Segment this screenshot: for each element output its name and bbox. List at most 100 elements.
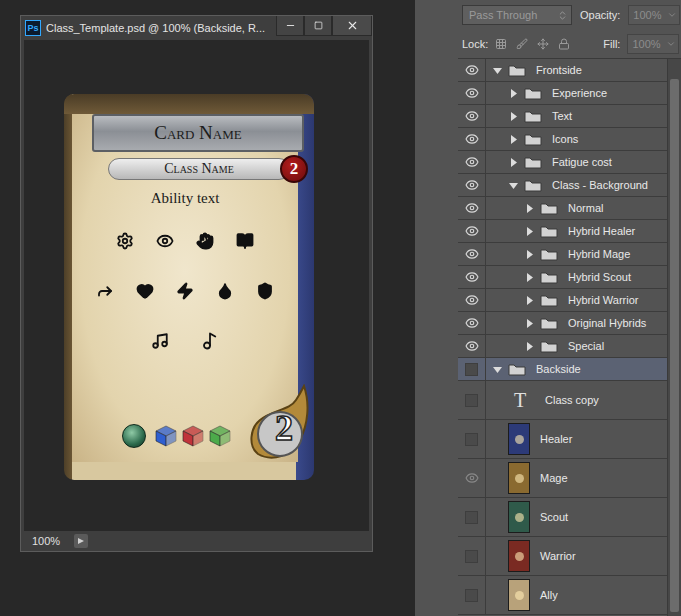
folder-icon xyxy=(540,317,558,330)
chevron-down-icon xyxy=(666,39,676,49)
opacity-field[interactable]: 100% xyxy=(628,5,680,25)
visibility-toggle[interactable] xyxy=(458,174,486,196)
visibility-toggle[interactable] xyxy=(458,266,486,288)
layer-row[interactable]: Frontside xyxy=(458,59,667,82)
lock-pixels-icon[interactable] xyxy=(516,38,528,50)
maximize-icon xyxy=(314,21,323,30)
layer-row[interactable]: Fatigue cost xyxy=(458,151,667,174)
canvas[interactable]: Card NameClass Name2Ability text2 xyxy=(24,40,369,531)
close-button[interactable] xyxy=(332,16,372,36)
folder-icon xyxy=(540,248,558,261)
layer-thumbnail xyxy=(508,462,530,494)
collapsed-triangle-icon[interactable] xyxy=(525,227,534,236)
layer-row[interactable]: Normal xyxy=(458,197,667,220)
layer-row[interactable]: Healer xyxy=(458,420,667,459)
visibility-toggle[interactable] xyxy=(458,312,486,334)
visibility-toggle[interactable] xyxy=(458,576,486,614)
layer-row[interactable]: Scout xyxy=(458,498,667,537)
visibility-toggle[interactable] xyxy=(458,537,486,575)
scrollbar[interactable] xyxy=(667,59,681,616)
bass-clef-icon xyxy=(201,332,219,350)
layer-thumbnail xyxy=(508,579,530,611)
visibility-toggle[interactable] xyxy=(458,151,486,173)
layer-name: Hybrid Healer xyxy=(568,225,635,237)
photoshop-workspace: PsClass_Template.psd @ 100% (Backside, R… xyxy=(0,0,681,616)
visibility-toggle[interactable] xyxy=(458,420,486,458)
layer-row[interactable]: Hybrid Scout xyxy=(458,266,667,289)
layer-row[interactable]: Backside xyxy=(458,358,667,381)
layer-row[interactable]: Warrior xyxy=(458,537,667,576)
layer-row[interactable]: Experience xyxy=(458,82,667,105)
treble-clef-icon xyxy=(151,332,169,350)
card-name: Card Name xyxy=(92,114,304,152)
fill-field[interactable]: 100% xyxy=(627,34,679,54)
lock-transparency-icon[interactable] xyxy=(495,38,507,50)
lock-all-icon[interactable] xyxy=(558,38,570,50)
visibility-toggle[interactable] xyxy=(458,381,486,419)
lock-label: Lock: xyxy=(462,38,488,50)
layer-row[interactable]: Class - Background xyxy=(458,174,667,197)
hidden-box xyxy=(465,511,478,524)
layer-row[interactable]: Icons xyxy=(458,128,667,151)
collapsed-triangle-icon[interactable] xyxy=(525,342,534,351)
collapsed-triangle-icon[interactable] xyxy=(509,112,518,121)
chevron-down-icon xyxy=(667,10,677,20)
expanded-triangle-icon[interactable] xyxy=(493,66,502,75)
visibility-toggle[interactable] xyxy=(458,82,486,104)
folder-icon xyxy=(524,133,542,146)
maximize-button[interactable] xyxy=(304,16,332,36)
minimize-button[interactable] xyxy=(276,16,304,36)
layer-name: Special xyxy=(568,340,604,352)
layer-content: Special xyxy=(486,335,667,357)
eye-icon xyxy=(156,232,174,250)
visibility-toggle[interactable] xyxy=(458,358,486,380)
die-icon xyxy=(182,425,204,447)
visibility-toggle[interactable] xyxy=(458,289,486,311)
eye-icon xyxy=(465,201,479,215)
visibility-toggle[interactable] xyxy=(458,59,486,81)
layer-row[interactable]: Ally xyxy=(458,576,667,615)
visibility-toggle[interactable] xyxy=(458,335,486,357)
visibility-toggle[interactable] xyxy=(458,498,486,536)
document-window[interactable]: PsClass_Template.psd @ 100% (Backside, R… xyxy=(20,15,373,552)
lock-position-icon[interactable] xyxy=(537,38,549,50)
fist-icon xyxy=(196,232,214,250)
layer-row[interactable]: Original Hybrids xyxy=(458,312,667,335)
collapsed-triangle-icon[interactable] xyxy=(509,135,518,144)
visibility-toggle[interactable] xyxy=(458,220,486,242)
collapsed-triangle-icon[interactable] xyxy=(525,296,534,305)
folder-icon xyxy=(524,156,542,169)
layer-name: Hybrid Warrior xyxy=(568,294,639,306)
document-area: PsClass_Template.psd @ 100% (Backside, R… xyxy=(0,0,415,616)
title-bar[interactable]: PsClass_Template.psd @ 100% (Backside, R… xyxy=(21,16,372,40)
collapsed-triangle-icon[interactable] xyxy=(509,158,518,167)
folder-icon xyxy=(508,363,526,376)
visibility-toggle[interactable] xyxy=(458,105,486,127)
collapsed-triangle-icon[interactable] xyxy=(509,89,518,98)
dropdown-arrows-icon xyxy=(557,10,568,21)
collapsed-triangle-icon[interactable] xyxy=(525,273,534,282)
layer-row[interactable]: Hybrid Warrior xyxy=(458,289,667,312)
layer-row[interactable]: Hybrid Mage xyxy=(458,243,667,266)
layer-content: Fatigue cost xyxy=(486,151,667,173)
layer-row[interactable]: Text xyxy=(458,105,667,128)
zoom-level[interactable]: 100% xyxy=(32,535,60,547)
layer-name: Text xyxy=(552,110,572,122)
blend-mode-dropdown[interactable]: Pass Through xyxy=(462,5,572,25)
expanded-triangle-icon[interactable] xyxy=(509,181,518,190)
visibility-toggle[interactable] xyxy=(458,128,486,150)
expanded-triangle-icon[interactable] xyxy=(493,365,502,374)
status-menu-icon[interactable] xyxy=(74,534,88,548)
collapsed-triangle-icon[interactable] xyxy=(525,204,534,213)
layer-row[interactable]: Mage xyxy=(458,459,667,498)
scroll-thumb[interactable] xyxy=(670,79,679,612)
collapsed-triangle-icon[interactable] xyxy=(525,319,534,328)
layer-row[interactable]: Hybrid Healer xyxy=(458,220,667,243)
card: Card NameClass Name2Ability text2 xyxy=(64,94,314,480)
collapsed-triangle-icon[interactable] xyxy=(525,250,534,259)
visibility-toggle[interactable] xyxy=(458,197,486,219)
visibility-toggle[interactable] xyxy=(458,243,486,265)
visibility-toggle[interactable] xyxy=(458,459,486,497)
layer-row[interactable]: Special xyxy=(458,335,667,358)
layer-row[interactable]: TClass copy xyxy=(458,381,667,420)
